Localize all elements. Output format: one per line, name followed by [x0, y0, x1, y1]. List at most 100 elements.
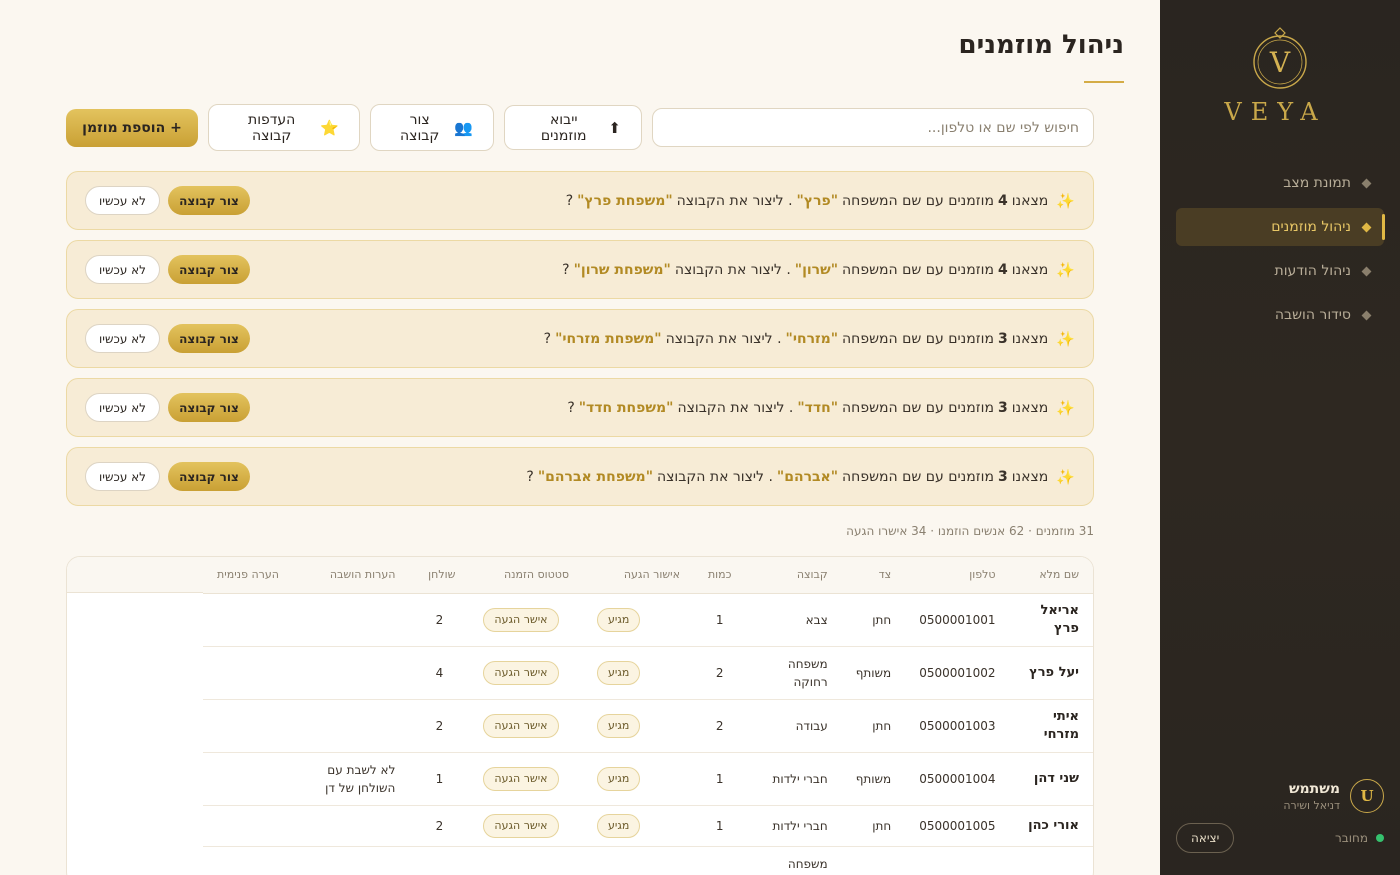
sidebar-item-guests[interactable]: ניהול מוזמנים	[1176, 208, 1385, 246]
table-row[interactable]: אריאל פרץ 0500001001 חתן צבא 1 מגיע אישר…	[203, 593, 1093, 647]
status-badge[interactable]: אישר הגעה	[483, 813, 559, 838]
add-guest-button[interactable]: + הוספת מוזמן	[66, 108, 198, 147]
group-preferences-button[interactable]: ⭐ העדפות קבוצה	[208, 104, 360, 151]
column-header-quantity[interactable]: כמות	[693, 557, 746, 594]
sidebar-item-dashboard[interactable]: תמונת מצב	[1176, 164, 1384, 202]
suggestion-text: ✨ מצאנו 3 מוזמנים עם שם המשפחה "חדד". לי…	[567, 398, 1075, 417]
guest-status-cell: אישר הגעה	[469, 805, 584, 847]
guest-phone: 0500001002	[905, 646, 1010, 700]
rsvp-badge[interactable]: מגיע	[597, 660, 641, 685]
status-badge[interactable]: אישר הגעה	[483, 713, 559, 738]
table-row[interactable]: איתי מזרחי 0500001003 חתן עבודה 2 מגיע א…	[203, 699, 1093, 753]
sidebar-item-label: סידור הושבה	[1274, 307, 1351, 323]
suggestion-family: "שרון"	[794, 261, 839, 278]
rsvp-badge[interactable]: מגיע	[597, 813, 641, 838]
table-row[interactable]: משפחה	[203, 846, 1093, 875]
create-suggested-group-button[interactable]: צור קבוצה	[168, 324, 250, 353]
guest-name: אורי כהן	[1009, 805, 1093, 847]
guest-name: שני דהן	[1009, 752, 1093, 806]
guest-table-number: 2	[409, 805, 470, 847]
sidebar-item-seating[interactable]: סידור הושבה	[1176, 296, 1384, 334]
suggestion-card: ✨ מצאנו 3 מוזמנים עם שם המשפחה "מזרחי". …	[66, 309, 1094, 368]
diamond-icon	[1361, 178, 1372, 188]
suggestion-group: "משפחת אברהם"	[537, 468, 653, 485]
search-input[interactable]	[652, 108, 1094, 147]
dismiss-suggestion-button[interactable]: לא עכשיו	[85, 186, 160, 215]
rsvp-badge[interactable]: מגיע	[597, 713, 641, 738]
brand-logo: V VEYA	[1160, 26, 1400, 126]
logout-button[interactable]: יציאה	[1176, 823, 1235, 853]
guest-side: חתן	[841, 805, 906, 847]
guest-seating-note: לא לשבת עם השולחן של דן	[292, 752, 410, 806]
guest-stats: 31 מוזמנים · 62 אנשים הוזמנו · 34 אישרו …	[846, 524, 1094, 538]
table-row[interactable]: שני דהן 0500001004 משותף חברי ילדות 1 מג…	[203, 752, 1093, 806]
column-header-table[interactable]: שולחן	[409, 557, 470, 594]
suggestion-actions: צור קבוצה לא עכשיו	[85, 462, 250, 491]
column-header-internal-note[interactable]: הערה פנימית	[203, 557, 293, 594]
column-header-name[interactable]: שם מלא	[1009, 557, 1093, 594]
guest-internal-note	[203, 805, 293, 847]
guest-side: חתן	[841, 699, 906, 753]
page-title: ניהול מוזמנים	[958, 30, 1124, 60]
rsvp-badge[interactable]: מגיע	[597, 766, 641, 791]
dismiss-suggestion-button[interactable]: לא עכשיו	[85, 393, 160, 422]
guest-phone	[905, 846, 1010, 875]
column-header-group[interactable]: קבוצה	[745, 557, 842, 594]
guest-quantity: 2	[693, 699, 746, 753]
column-header-side[interactable]: צד	[841, 557, 906, 594]
create-suggested-group-button[interactable]: צור קבוצה	[168, 186, 250, 215]
column-header-phone[interactable]: טלפון	[905, 557, 1010, 594]
avatar[interactable]: U	[1350, 779, 1384, 813]
suggestion-text: ✨ מצאנו 4 מוזמנים עם שם המשפחה "פרץ". לי…	[565, 191, 1075, 210]
rsvp-badge[interactable]: מגיע	[597, 607, 641, 632]
create-suggested-group-button[interactable]: צור קבוצה	[168, 255, 250, 284]
sidebar-item-messages[interactable]: ניהול הודעות	[1176, 252, 1384, 290]
status-badge[interactable]: אישר הגעה	[483, 607, 559, 632]
suggestion-count: 4	[997, 192, 1008, 209]
dismiss-suggestion-button[interactable]: לא עכשיו	[85, 462, 160, 491]
guest-name: איתי מזרחי	[1009, 699, 1093, 753]
status-badge[interactable]: אישר הגעה	[483, 766, 559, 791]
title-underline	[1084, 81, 1124, 83]
sparkle-icon: ✨	[1056, 398, 1075, 417]
group-suggestions: ✨ מצאנו 4 מוזמנים עם שם המשפחה "פרץ". לי…	[66, 171, 1094, 516]
guest-status-cell: אישר הגעה	[469, 646, 584, 700]
guest-name	[1009, 846, 1093, 875]
sparkle-icon: ✨	[1056, 191, 1075, 210]
table-row[interactable]: אורי כהן 0500001005 חתן חברי ילדות 1 מגי…	[203, 805, 1093, 847]
guest-rsvp-cell: מגיע	[583, 805, 694, 847]
dismiss-suggestion-button[interactable]: לא עכשיו	[85, 255, 160, 284]
suggestion-actions: צור קבוצה לא עכשיו	[85, 393, 250, 422]
suggestion-text: ✨ מצאנו 3 מוזמנים עם שם המשפחה "מזרחי". …	[543, 329, 1075, 348]
guest-quantity: 2	[693, 646, 746, 700]
diamond-icon	[1361, 310, 1372, 320]
create-suggested-group-button[interactable]: צור קבוצה	[168, 462, 250, 491]
import-guests-button[interactable]: ⬆ ייבוא מוזמנים	[504, 105, 642, 150]
sparkle-icon: ✨	[1056, 467, 1075, 486]
column-header-seating-notes[interactable]: הערות הושבה	[292, 557, 410, 594]
guest-status-cell: אישר הגעה	[469, 699, 584, 753]
guest-seating-note	[292, 846, 410, 875]
veya-monogram-icon: V	[1253, 27, 1307, 89]
suggestion-text: ✨ מצאנו 4 מוזמנים עם שם המשפחה "שרון". ל…	[562, 260, 1075, 279]
suggestion-text: ✨ מצאנו 3 מוזמנים עם שם המשפחה "אברהם". …	[526, 467, 1075, 486]
guest-quantity: 1	[693, 752, 746, 806]
dismiss-suggestion-button[interactable]: לא עכשיו	[85, 324, 160, 353]
guest-status-cell: אישר הגעה	[469, 593, 584, 647]
sidebar-footer: מחובר יציאה	[1176, 823, 1384, 853]
sidebar-item-label: ניהול הודעות	[1274, 263, 1352, 279]
suggestion-actions: צור קבוצה לא עכשיו	[85, 324, 250, 353]
column-header-rsvp[interactable]: אישור הגעה	[583, 557, 694, 594]
guest-phone: 0500001003	[905, 699, 1010, 753]
table-row[interactable]: יעל פרץ 0500001002 משותף משפחה רחוקה 2 מ…	[203, 646, 1093, 700]
suggestion-card: ✨ מצאנו 4 מוזמנים עם שם המשפחה "פרץ". לי…	[66, 171, 1094, 230]
create-group-button[interactable]: 👥 צור קבוצה	[370, 104, 494, 151]
create-suggested-group-button[interactable]: צור קבוצה	[168, 393, 250, 422]
column-header-status[interactable]: סטטוס הזמנה	[469, 557, 584, 594]
guest-side: חתן	[841, 593, 906, 647]
status-badge[interactable]: אישר הגעה	[483, 660, 559, 685]
guest-rsvp-cell: מגיע	[583, 699, 694, 753]
sparkle-icon: ✨	[1056, 260, 1075, 279]
guest-quantity: 1	[693, 593, 746, 647]
guest-quantity	[693, 846, 746, 875]
